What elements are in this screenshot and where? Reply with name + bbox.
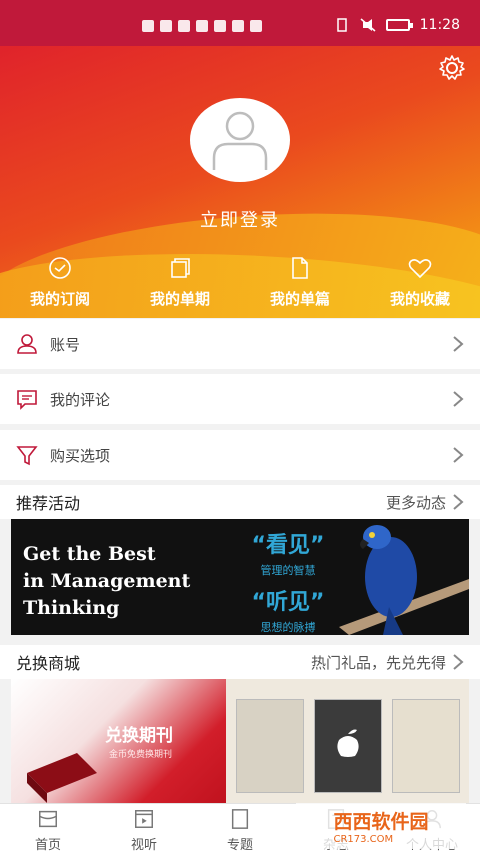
- quick-subscriptions[interactable]: 我的订阅: [0, 256, 120, 316]
- quick-actions: 我的订阅 我的单期 我的单篇 我的收藏: [0, 256, 480, 316]
- filter-icon: [16, 446, 38, 466]
- wifi-icon: [160, 20, 172, 32]
- video-icon: [135, 810, 153, 828]
- heart-icon: [408, 259, 432, 279]
- quick-label: 我的单期: [149, 290, 210, 308]
- slogan-hear: “听见”: [251, 590, 325, 615]
- tab-label: 视听: [130, 838, 157, 853]
- exchange-banner-left: 兑换期刊 金币免费换期刊: [11, 679, 226, 803]
- chevron-right-icon[interactable]: [452, 493, 464, 511]
- activities-header: 推荐活动 更多动态: [0, 485, 480, 519]
- quick-articles[interactable]: 我的单篇: [240, 256, 360, 316]
- gear-icon[interactable]: [438, 54, 466, 82]
- magazine-cover: [392, 699, 460, 793]
- exchange-banner-title: 兑换期刊: [105, 726, 173, 746]
- section-title: 兑换商城: [16, 654, 81, 673]
- banner-line: Get the Best: [23, 543, 156, 565]
- login-button[interactable]: 立即登录: [0, 206, 480, 232]
- mute-icon: [360, 18, 376, 32]
- banner-slogan: “看见” 管理的智慧 “听见” 思想的脉搏: [233, 527, 343, 635]
- chevron-right-icon: [453, 447, 464, 463]
- tab-topics[interactable]: 专题: [192, 804, 288, 853]
- exchange-banner-subtitle: 金币免费换期刊: [109, 750, 173, 760]
- magazine-cover: [314, 699, 382, 793]
- menu-label: 我的评论: [50, 390, 111, 409]
- watermark-sub: CR173.COM: [333, 834, 394, 845]
- tab-label: 专题: [226, 838, 253, 853]
- tab-label: 首页: [34, 838, 61, 853]
- watermark-text: 西西软件园: [333, 811, 429, 833]
- profile-header: 立即登录 我的订阅 我的单期 我的单篇 我的收藏: [0, 46, 480, 318]
- quick-favorites[interactable]: 我的收藏: [360, 256, 480, 316]
- user-avatar-icon: [212, 111, 268, 170]
- banner-headline: Get the Best in Management Thinking: [23, 541, 190, 622]
- status-time: 11:28: [419, 17, 460, 33]
- notification-icons: [142, 20, 262, 32]
- check-circle-icon: [49, 257, 71, 279]
- banner-line: Thinking: [23, 597, 120, 619]
- more-activities-link[interactable]: 更多动态: [386, 492, 446, 513]
- battery-icon: [385, 19, 413, 31]
- exchange-banner[interactable]: 兑换期刊 金币免费换期刊: [11, 679, 469, 803]
- banner-line: in Management: [23, 570, 191, 592]
- tab-video[interactable]: 视听: [96, 804, 192, 853]
- magazine-cover: [236, 699, 304, 793]
- hot-gifts-link[interactable]: 热门礼品，先兑先得: [311, 652, 446, 673]
- user-icon: [17, 334, 37, 354]
- menu-account[interactable]: 账号: [0, 319, 480, 369]
- quick-label: 我的单篇: [269, 290, 330, 308]
- slogan-see-sub: 管理的智慧: [260, 564, 316, 577]
- chevron-right-icon: [453, 391, 464, 407]
- exchange-header: 兑换商城 热门礼品，先兑先得: [0, 645, 480, 679]
- quick-issues[interactable]: 我的单期: [120, 256, 240, 316]
- app-icon: [232, 20, 244, 32]
- alert-icon: [142, 20, 154, 32]
- mail-icon: [214, 20, 226, 32]
- upload-icon: [250, 20, 262, 32]
- chevron-right-icon: [453, 336, 464, 352]
- parrot-image: [339, 525, 469, 635]
- slogan-see: “看见”: [251, 533, 325, 558]
- section-title: 推荐活动: [16, 494, 81, 513]
- gift-box-icon: [27, 753, 97, 803]
- topic-icon: [231, 809, 249, 829]
- app-icon: [178, 20, 190, 32]
- avatar[interactable]: [190, 98, 290, 182]
- copy-icon: [171, 258, 190, 278]
- status-bar: 11:28: [0, 0, 480, 46]
- home-icon: [39, 810, 57, 828]
- chevron-right-icon[interactable]: [452, 653, 464, 671]
- menu-label: 购买选项: [50, 446, 111, 465]
- cloud-icon: [196, 20, 208, 32]
- quick-label: 我的收藏: [389, 290, 450, 308]
- apple-logo-icon: [337, 729, 359, 757]
- menu-comments[interactable]: 我的评论: [0, 374, 480, 424]
- menu-label: 账号: [50, 335, 81, 354]
- document-icon: [292, 257, 308, 279]
- tab-home[interactable]: 首页: [0, 804, 96, 853]
- magazine-covers: [226, 679, 469, 803]
- vibrate-icon: [336, 18, 347, 32]
- slogan-hear-sub: 思想的脉搏: [260, 621, 316, 634]
- menu-purchase-options[interactable]: 购买选项: [0, 430, 480, 480]
- comment-icon: [17, 390, 37, 410]
- quick-label: 我的订阅: [29, 290, 90, 308]
- site-watermark: 西西软件园 CR173.COM: [296, 803, 466, 849]
- activity-banner[interactable]: Get the Best in Management Thinking “看见”…: [11, 519, 469, 635]
